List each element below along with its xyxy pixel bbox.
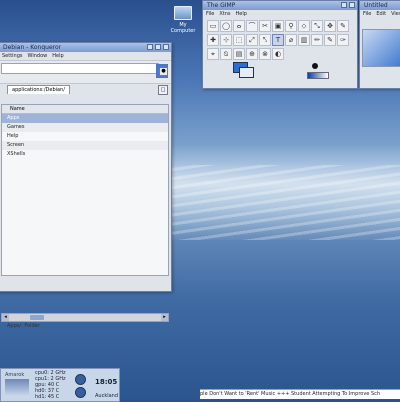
tool-button[interactable]: ⌖ <box>207 48 219 60</box>
menu-xtns[interactable]: Xtns <box>219 10 230 18</box>
volume-icon[interactable] <box>75 387 86 398</box>
brush-pattern-gradient-selector[interactable] <box>307 61 329 79</box>
tool-button[interactable]: ⊗ <box>259 48 271 60</box>
gradient-icon[interactable] <box>307 72 329 79</box>
konqueror-menubar: Settings Window Help <box>0 52 171 60</box>
tool-button[interactable]: ⚲ <box>285 20 297 32</box>
tool-button[interactable]: ▭ <box>207 20 219 32</box>
gimp-menubar: File Xtns Help <box>203 10 357 18</box>
minimize-button[interactable] <box>147 44 153 50</box>
color-selector[interactable] <box>233 62 254 78</box>
tool-button[interactable]: ⌒ <box>246 20 258 32</box>
tool-button[interactable]: ✥ <box>324 20 336 32</box>
close-button[interactable] <box>163 44 169 50</box>
tool-button[interactable]: ⊹ <box>220 34 232 46</box>
computer-icon <box>174 6 192 20</box>
tool-button[interactable]: ✂ <box>259 20 271 32</box>
tool-button[interactable]: ✎ <box>324 34 336 46</box>
scroll-right-arrow-icon[interactable]: ▸ <box>161 314 168 321</box>
list-item[interactable]: Screen <box>2 141 168 150</box>
desktop-icon-my-computer[interactable]: My Computer <box>168 6 198 34</box>
tool-button[interactable]: ▤ <box>233 48 245 60</box>
tab-row: applications:/Debian/ □ <box>0 84 171 95</box>
scroll-left-arrow-icon[interactable]: ◂ <box>2 314 9 321</box>
maximize-button[interactable] <box>155 44 161 50</box>
tool-button[interactable]: ⴰ <box>233 20 245 32</box>
image-titlebar[interactable]: Untitled <box>360 1 400 10</box>
window-title: Untitled <box>364 2 388 9</box>
monitor-stats: cpu0: 2 GHz cpu1: 2 GHz gpu: 40 C hd0: 3… <box>35 370 66 400</box>
clock-time: 18:05 <box>95 378 118 386</box>
konqueror-toolbar: K <box>0 60 171 84</box>
tool-button[interactable]: ✚ <box>207 34 219 46</box>
cpu-graph <box>5 379 29 397</box>
tool-button[interactable]: ⬦ <box>298 20 310 32</box>
list-item[interactable]: Apps <box>2 114 168 123</box>
gimp-toolbox-window: The GIMP File Xtns Help ▭ ◯ ⴰ ⌒ ✂ ▣ ⚲ ⬦ ⤡ ✥ ✎ ✚ ⊹ ⬚ ⤢ ⤣… <box>202 0 358 89</box>
go-button[interactable]: ● <box>159 67 168 76</box>
tool-button[interactable]: ⤣ <box>259 34 271 46</box>
menu-window[interactable]: Window <box>28 52 48 60</box>
status-bar: Apps/: Folder <box>7 323 40 329</box>
tool-button[interactable]: ⌀ <box>285 34 297 46</box>
column-header-name[interactable]: Name <box>2 105 168 114</box>
gimp-titlebar[interactable]: The GIMP <box>203 1 357 10</box>
file-list: Name Apps Games Help Screen XShells <box>1 104 169 276</box>
tool-button[interactable]: ✏ <box>311 34 323 46</box>
tool-button[interactable]: ◯ <box>220 20 232 32</box>
network-icon[interactable] <box>75 374 86 385</box>
tool-button[interactable]: ⬚ <box>233 34 245 46</box>
brush-icon[interactable] <box>312 63 318 69</box>
desktop-icon-label: My Computer <box>170 22 196 34</box>
konqueror-window: Debian - Konqueror Settings Window Help … <box>0 42 172 329</box>
minimize-button[interactable] <box>341 2 347 8</box>
tool-button[interactable]: ✑ <box>337 34 349 46</box>
menu-settings[interactable]: Settings <box>2 52 23 60</box>
tool-button[interactable]: ▣ <box>272 20 284 32</box>
tool-button[interactable]: ⍉ <box>220 48 232 60</box>
menu-edit[interactable]: Edit <box>376 10 386 18</box>
new-tab-button[interactable]: □ <box>158 85 168 95</box>
image-canvas[interactable] <box>362 29 400 67</box>
tool-button[interactable]: T <box>272 34 284 46</box>
background-color-swatch[interactable] <box>239 67 254 78</box>
system-monitor-panel: Amarok cpu0: 2 GHz cpu1: 2 GHz gpu: 40 C… <box>0 368 120 402</box>
stat-line: hd1: 45 C <box>35 394 60 400</box>
news-ticker[interactable]: ple Don't Want to 'Rent' Music +++ Stude… <box>200 389 400 399</box>
clock-city: Auckland <box>95 393 119 399</box>
tool-button[interactable]: ✎ <box>337 20 349 32</box>
menu-view[interactable]: View <box>391 10 400 18</box>
tool-button[interactable]: ▥ <box>298 34 310 46</box>
scroll-thumb[interactable] <box>30 315 44 320</box>
location-bar[interactable] <box>1 63 159 74</box>
tool-button[interactable]: ◐ <box>272 48 284 60</box>
list-item[interactable]: Help <box>2 132 168 141</box>
close-button[interactable] <box>349 2 355 8</box>
menu-file[interactable]: File <box>363 10 371 18</box>
tab-applications-debian[interactable]: applications:/Debian/ <box>7 85 70 94</box>
window-title: Debian - Konqueror <box>3 44 62 51</box>
tool-grid: ▭ ◯ ⴰ ⌒ ✂ ▣ ⚲ ⬦ ⤡ ✥ ✎ ✚ ⊹ ⬚ ⤢ ⤣ T ⌀ ▥ ✏ ✎ ✑ ⌖ ⍉ ▤ ⊕ ⊗ ◐ <box>203 18 357 62</box>
gimp-image-window: Untitled File Edit View <box>359 0 400 89</box>
monitor-label: Amarok <box>5 372 25 378</box>
horizontal-scrollbar[interactable]: ◂ ▸ <box>1 313 169 322</box>
menu-help[interactable]: Help <box>52 52 63 60</box>
menu-file[interactable]: File <box>206 10 214 18</box>
tool-button[interactable]: ⤢ <box>246 34 258 46</box>
tool-button[interactable]: ⊕ <box>246 48 258 60</box>
list-item[interactable]: XShells <box>2 150 168 159</box>
tool-button[interactable]: ⤡ <box>311 20 323 32</box>
window-title: The GIMP <box>207 2 236 9</box>
image-menubar: File Edit View <box>360 10 400 18</box>
konqueror-titlebar[interactable]: Debian - Konqueror <box>0 43 171 52</box>
list-item[interactable]: Games <box>2 123 168 132</box>
menu-help[interactable]: Help <box>236 10 247 18</box>
